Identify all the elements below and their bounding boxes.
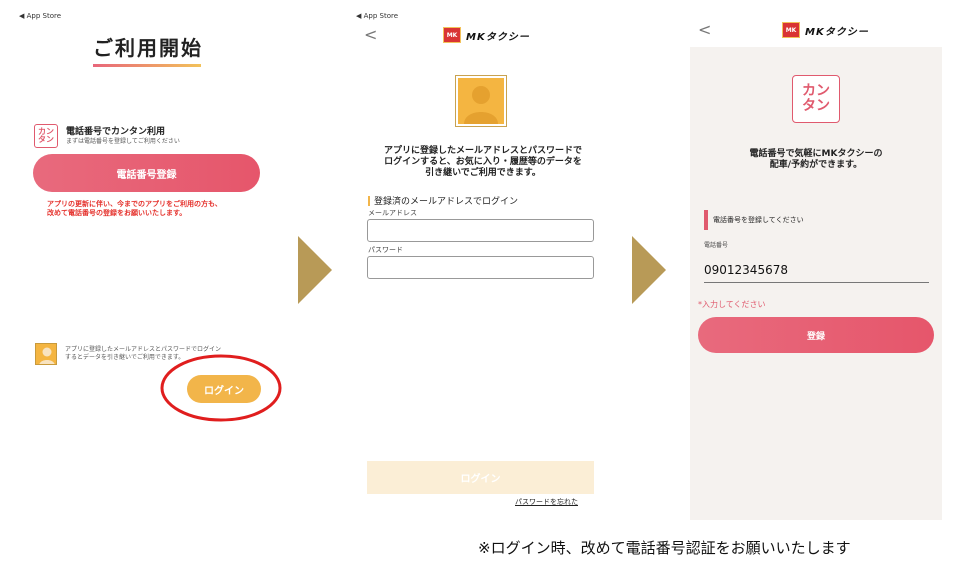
register-prompt: 電話番号を登録してください (713, 216, 804, 224)
screen-start: ◀ App Store ご利用開始 カン タン 電話番号でカンタン利用 まずは電… (15, 8, 285, 518)
phone-label: 電話番号 (704, 242, 729, 249)
kantan-badge-line1: カン (802, 82, 830, 99)
footer-note: ※ログイン時、改めて電話番号認証をお願いいたします (478, 539, 851, 557)
login-message-line2: ログインすると、お気に入り・履歴等のデータを (384, 156, 582, 167)
login-message-line3: 引き継いでご利用できます。 (425, 167, 541, 178)
phone-field[interactable]: 09012345678 (704, 263, 788, 277)
title-underline (93, 64, 201, 67)
update-notice-line2: 改めて電話番号の登録をお願いいたします。 (47, 208, 187, 217)
phone-subtext: まずは電話番号を登録してご利用ください (66, 138, 180, 145)
mk-taxi-logo: MK MKタクシー (443, 27, 530, 43)
update-notice-line1: アプリの更新に伴い、今までのアプリをご利用の方も、 (47, 200, 222, 208)
login-message-line1: アプリに登録したメールアドレスとパスワードで (383, 146, 582, 156)
password-field[interactable] (367, 256, 594, 279)
email-label: メールアドレス (368, 209, 417, 217)
register-message-line1: 電話番号で気軽にMKタクシーの (749, 149, 883, 159)
login-message: アプリに登録したメールアドレスとパスワードで ログインすると、お気に入り・履歴等… (352, 146, 614, 178)
section-label-text: 登録済のメールアドレスでログイン (374, 197, 519, 207)
page-title: ご利用開始 (93, 36, 203, 60)
highlight-circle (160, 354, 282, 422)
kantan-badge-icon: カン タン (792, 75, 840, 123)
prompt-marker (704, 210, 708, 230)
register-button-label: 登録 (806, 331, 825, 342)
back-chevron-icon[interactable]: < (698, 20, 711, 39)
kantan-badge-line2: タン (802, 98, 830, 114)
step-arrow-icon (632, 236, 666, 304)
screen-phone-register: < MK MKタクシー カン タン 電話番号で気軽にMKタクシーの 配車/予約が… (690, 8, 942, 520)
back-chevron-icon[interactable]: < (364, 25, 377, 44)
section-marker (368, 195, 370, 206)
phone-register-button-label: 電話番号登録 (116, 169, 177, 181)
phone-field-underline (704, 282, 929, 283)
screen-login: ◀ App Store < MK MKタクシー アプリに登録したメールアドレスと… (352, 8, 614, 518)
register-button[interactable]: 登録 (698, 317, 934, 353)
register-message-line2: 配車/予約ができます。 (769, 159, 863, 170)
login-submit-button[interactable]: ログイン (367, 461, 594, 494)
required-note: *入力してください (698, 300, 766, 309)
mk-logo-text: MKタクシー (805, 26, 869, 38)
phone-register-button[interactable]: 電話番号登録 (33, 154, 260, 192)
mk-logo-text: MKタクシー (466, 31, 530, 43)
phone-heading: 電話番号でカンタン利用 (66, 127, 166, 137)
password-label: パスワード (368, 246, 403, 254)
status-bar-back-app-store[interactable]: ◀ App Store (356, 12, 398, 20)
section-label: 登録済のメールアドレスでログイン (368, 194, 518, 207)
forgot-password-link[interactable]: パスワードを忘れた (515, 497, 578, 507)
mk-logo-mark: MK (782, 22, 800, 38)
kantan-badge-icon: カン タン (34, 124, 58, 148)
step-arrow-icon (298, 236, 332, 304)
kantan-badge-line2: タン (38, 135, 54, 144)
user-avatar-icon (455, 75, 507, 127)
update-notice: アプリの更新に伴い、今までのアプリをご利用の方も、 改めて電話番号の登録をお願い… (47, 200, 222, 218)
user-avatar-icon (35, 343, 57, 365)
login-submit-button-label: ログイン (460, 474, 501, 485)
mk-logo-mark: MK (443, 27, 461, 43)
register-panel: カン タン 電話番号で気軽にMKタクシーの 配車/予約ができます。 電話番号を登… (690, 47, 942, 520)
register-message: 電話番号で気軽にMKタクシーの 配車/予約ができます。 (690, 149, 942, 171)
mk-taxi-logo: MK MKタクシー (782, 22, 869, 38)
status-bar-back-app-store[interactable]: ◀ App Store (19, 12, 61, 20)
email-field[interactable] (367, 219, 594, 242)
